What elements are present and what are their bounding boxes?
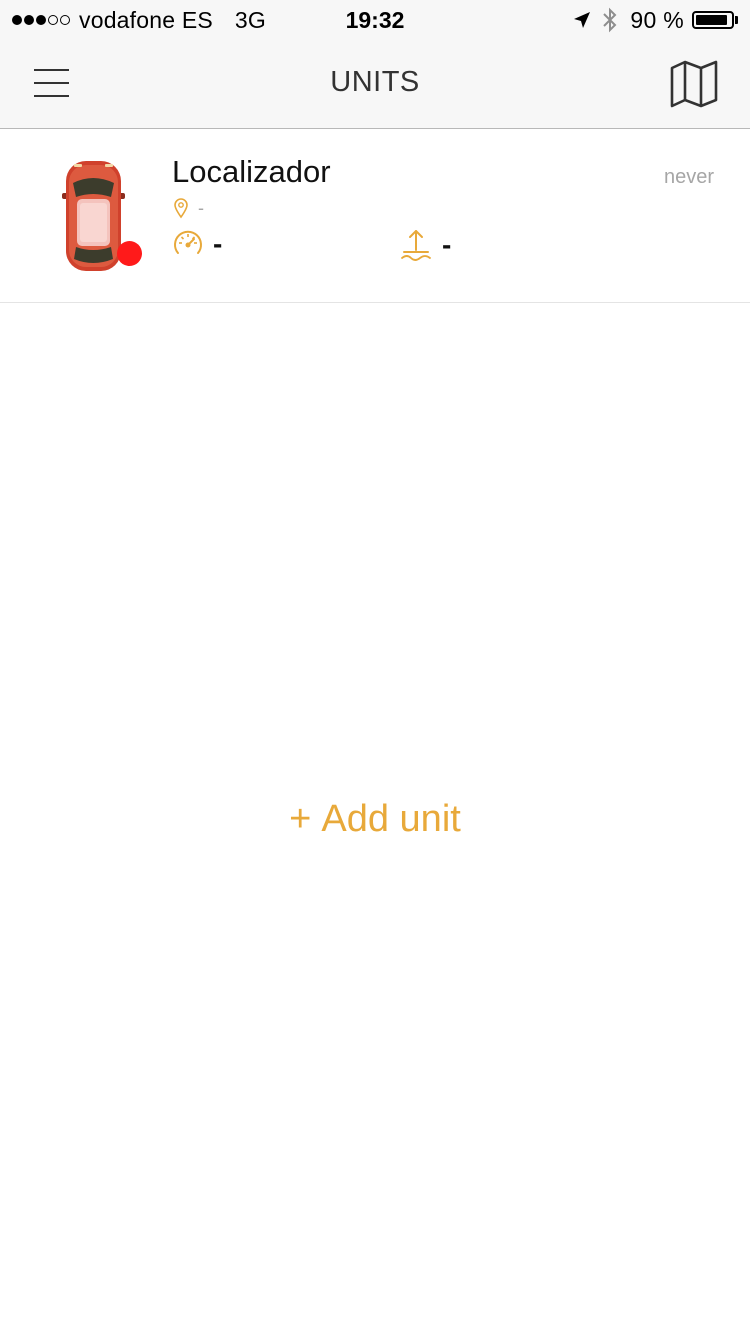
unit-status-indicator bbox=[117, 241, 142, 266]
unit-last-update: never bbox=[663, 166, 714, 188]
plus-icon: + bbox=[289, 798, 312, 840]
unit-address: - bbox=[173, 197, 204, 219]
app-screen: vodafone ES 3G 19:32 90 % UNITS Localiza… bbox=[0, 0, 750, 1334]
unit-address-value: - bbox=[198, 197, 204, 218]
battery-percentage: 90 % bbox=[630, 6, 684, 33]
page-title: UNITS bbox=[330, 66, 420, 98]
status-right: 90 % bbox=[572, 6, 738, 34]
battery-icon bbox=[692, 11, 734, 29]
unit-altitude: - bbox=[399, 228, 451, 262]
status-bar: vodafone ES 3G 19:32 90 % bbox=[0, 0, 750, 40]
location-pin-icon bbox=[174, 198, 188, 219]
add-unit-button[interactable]: + Add unit bbox=[0, 798, 750, 841]
navigation-bar: UNITS bbox=[0, 40, 750, 129]
add-unit-label: Add unit bbox=[321, 798, 461, 840]
unit-list-item[interactable]: Localizador never - - - bbox=[0, 129, 750, 303]
bluetooth-icon bbox=[602, 7, 618, 33]
unit-speed-value: - bbox=[213, 228, 223, 259]
battery-fill bbox=[696, 15, 727, 25]
altitude-icon bbox=[401, 230, 431, 261]
unit-speed: - bbox=[172, 228, 222, 260]
unit-altitude-value: - bbox=[442, 229, 452, 260]
battery-tip bbox=[735, 16, 738, 24]
speedometer-icon bbox=[174, 230, 202, 254]
map-icon bbox=[670, 60, 718, 108]
map-button[interactable] bbox=[668, 58, 720, 110]
location-arrow-icon bbox=[572, 10, 592, 30]
unit-name: Localizador bbox=[172, 154, 331, 189]
